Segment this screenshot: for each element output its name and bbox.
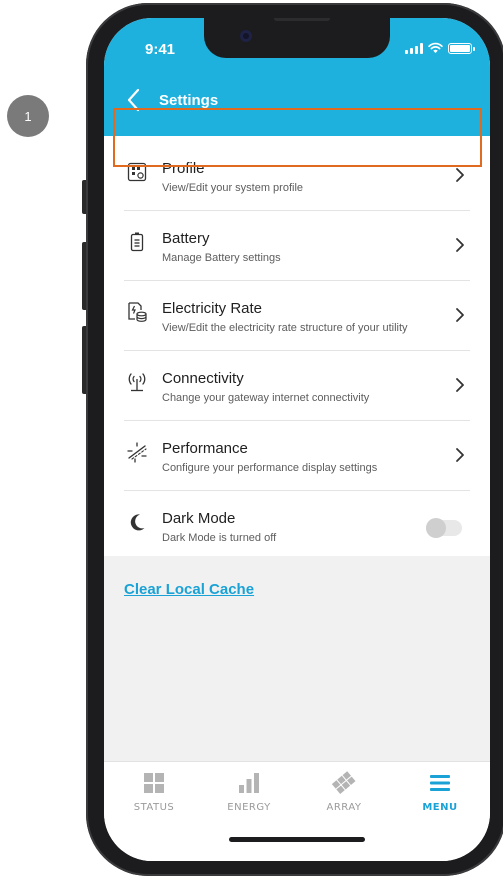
back-button[interactable]: [122, 86, 144, 114]
cellular-signal-icon: [405, 42, 423, 54]
notch: [204, 18, 390, 58]
tab-label: ENERGY: [227, 802, 271, 813]
settings-item-subtitle: View/Edit your system profile: [162, 182, 304, 194]
settings-item-subtitle: Change your gateway internet connectivit…: [162, 392, 370, 404]
tab-status[interactable]: STATUS: [114, 770, 194, 820]
page-title: Settings: [159, 92, 219, 109]
tab-array[interactable]: ARRAY: [304, 770, 384, 820]
performance-icon: [126, 441, 148, 463]
energy-icon: [239, 773, 259, 793]
front-camera: [240, 30, 252, 42]
bottom-tab-bar: STATUS ENERGY ARRAY MENU: [104, 761, 490, 861]
status-time: 9:41: [145, 41, 176, 58]
electricity-rate-icon: [126, 301, 148, 323]
tab-label: MENU: [422, 802, 458, 813]
wifi-icon: [428, 42, 443, 54]
settings-item-title: Performance: [162, 440, 248, 457]
phone-frame: 9:41 Settings Profile View/Edit your sys…: [86, 3, 503, 876]
chevron-right-icon: [456, 238, 464, 252]
settings-item-title: Profile: [162, 160, 205, 177]
clear-local-cache-link[interactable]: Clear Local Cache: [124, 581, 254, 598]
settings-item-title: Battery: [162, 230, 210, 247]
home-indicator: [229, 837, 365, 842]
settings-item-performance[interactable]: Performance Configure your performance d…: [124, 421, 470, 491]
tab-energy[interactable]: ENERGY: [209, 770, 289, 820]
chevron-right-icon: [456, 448, 464, 462]
step-badge: 1: [7, 95, 49, 137]
battery-status-icon: [448, 42, 475, 54]
settings-item-subtitle: Configure your performance display setti…: [162, 462, 378, 474]
tab-menu[interactable]: MENU: [400, 770, 480, 820]
array-icon: [331, 771, 356, 795]
back-chevron-icon: [127, 88, 140, 112]
chevron-right-icon: [456, 378, 464, 392]
settings-item-title: Dark Mode: [162, 510, 236, 527]
settings-item-dark-mode: Dark Mode Dark Mode is turned off: [124, 491, 470, 561]
settings-item-subtitle: Dark Mode is turned off: [162, 532, 277, 544]
battery-icon: [126, 231, 148, 253]
moon-icon: [126, 511, 148, 533]
toggle-knob: [426, 518, 446, 538]
connectivity-icon: [126, 371, 148, 393]
status-icons: [405, 42, 475, 54]
settings-item-connectivity[interactable]: Connectivity Change your gateway interne…: [124, 351, 470, 421]
settings-item-subtitle: Manage Battery settings: [162, 252, 281, 264]
speaker: [274, 18, 330, 21]
settings-item-subtitle: View/Edit the electricity rate structure…: [162, 322, 408, 334]
phone-screen: 9:41 Settings Profile View/Edit your sys…: [104, 18, 490, 861]
tab-label: ARRAY: [326, 802, 362, 813]
settings-item-profile[interactable]: Profile View/Edit your system profile: [124, 141, 470, 211]
chevron-right-icon: [456, 308, 464, 322]
tab-label: STATUS: [133, 802, 175, 813]
settings-content: Profile View/Edit your system profile Ba…: [104, 136, 490, 556]
settings-item-electricity-rate[interactable]: Electricity Rate View/Edit the electrici…: [124, 281, 470, 351]
chevron-right-icon: [456, 168, 464, 182]
settings-item-title: Electricity Rate: [162, 300, 263, 317]
menu-icon: [430, 775, 450, 791]
settings-list: Profile View/Edit your system profile Ba…: [124, 141, 470, 561]
status-icon: [144, 773, 164, 793]
profile-icon: [126, 161, 148, 183]
dark-mode-toggle[interactable]: [426, 518, 462, 538]
settings-item-title: Connectivity: [162, 370, 244, 387]
settings-item-battery[interactable]: Battery Manage Battery settings: [124, 211, 470, 281]
